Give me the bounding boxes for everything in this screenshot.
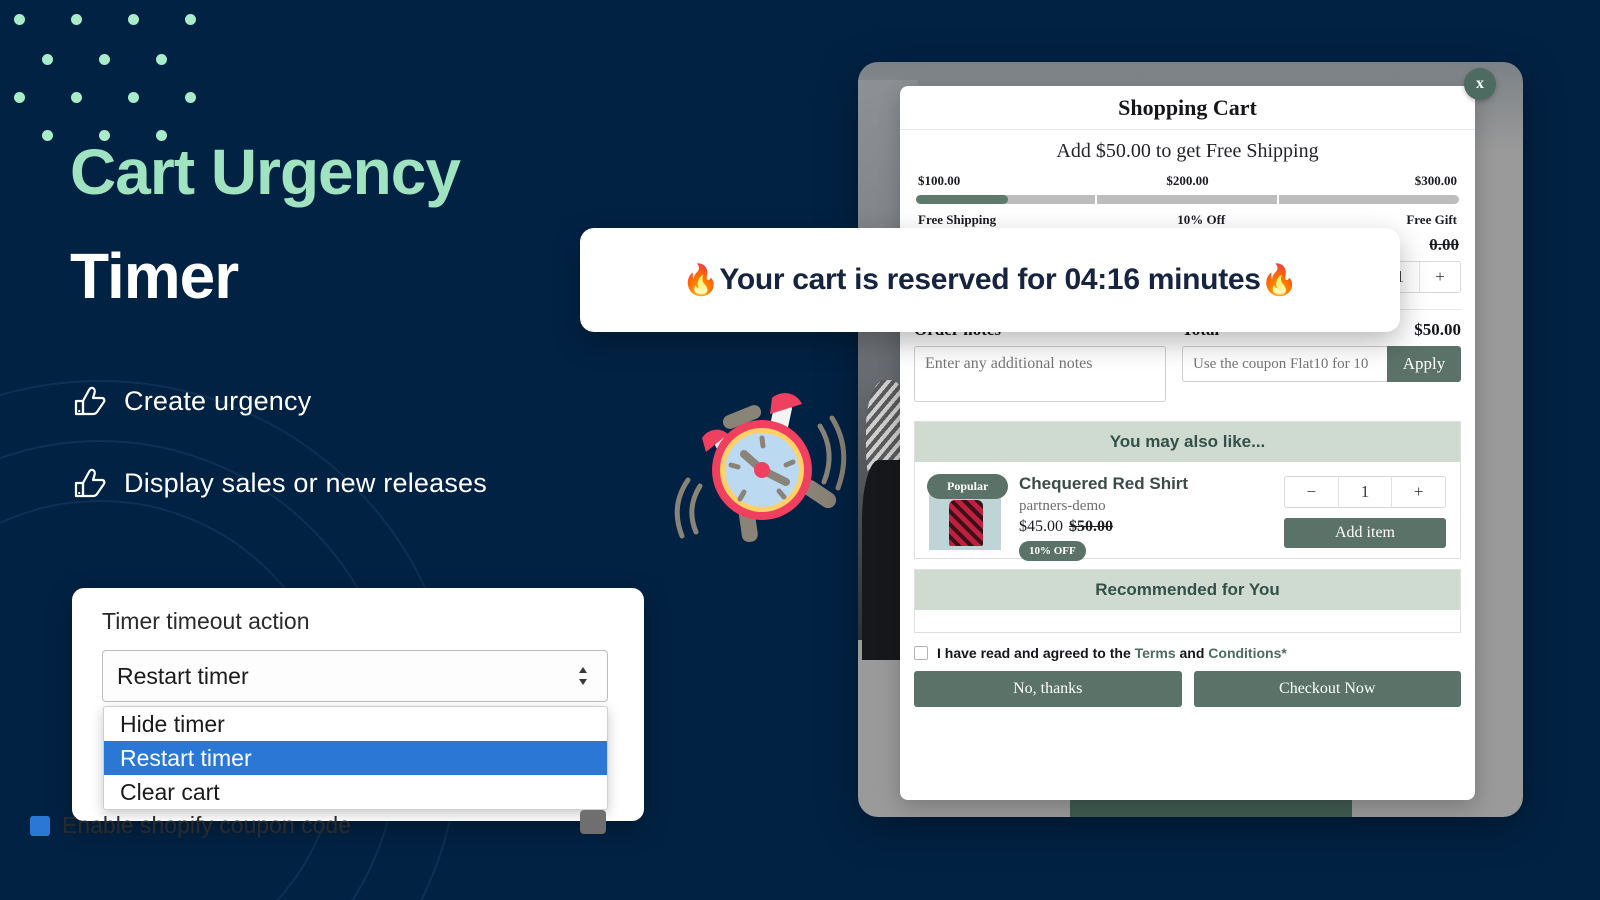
cart-timer-banner: 🔥 Your cart is reserved for 04:16 minutes… — [580, 228, 1400, 332]
shopping-cart-modal: Shopping Cart Add $50.00 to get Free Shi… — [900, 86, 1475, 800]
terms-text-before: I have read and agreed to the — [937, 645, 1135, 661]
tier-label-1: Free Shipping — [918, 212, 997, 227]
close-icon[interactable]: x — [1464, 68, 1496, 100]
terms-checkbox[interactable] — [914, 646, 928, 660]
timer-timeout-action-dropdown[interactable]: Hide timer Restart timer Clear cart — [103, 706, 608, 810]
fire-icon: 🔥 — [1260, 263, 1298, 297]
hero-title-line-1: Cart Urgency — [70, 136, 461, 208]
fire-icon: 🔥 — [682, 263, 720, 297]
dropdown-option-hide-timer[interactable]: Hide timer — [104, 707, 607, 741]
popular-badge: Popular — [927, 474, 1009, 499]
cart-timer-text: 🔥 Your cart is reserved for 04:16 minutes… — [682, 263, 1298, 298]
terms-link[interactable]: Terms — [1135, 645, 1176, 661]
dropdown-option-clear-cart[interactable]: Clear cart — [104, 775, 607, 809]
chevron-updown-icon — [577, 665, 589, 687]
line-item-compare-price: 0.00 — [1429, 235, 1459, 254]
select-value: Restart timer — [117, 662, 249, 689]
settings-card: Timer timeout action Restart timer Hide … — [72, 588, 644, 821]
progress-bar-fill — [916, 195, 1009, 204]
upsell-discount-badge: 10% OFF — [1019, 541, 1086, 561]
upsell-quantity-value[interactable]: 1 — [1337, 477, 1393, 507]
bullet-item: Display sales or new releases — [72, 467, 487, 499]
hero-bullet-list: Create urgency Display sales or new rele… — [72, 385, 487, 549]
alarm-clock-illustration — [660, 370, 860, 550]
recommended-heading: Recommended for You — [915, 570, 1460, 610]
upsell-actions: − 1 + Add item — [1284, 476, 1446, 548]
bullet-label: Display sales or new releases — [124, 467, 487, 498]
cart-title: Shopping Cart — [900, 86, 1475, 130]
thumbs-up-icon — [72, 385, 106, 417]
enable-shopify-coupon-row[interactable]: Enable shopify coupon code — [30, 812, 590, 839]
upsell-price: $45.00 — [1019, 518, 1063, 535]
thumbs-up-icon — [72, 467, 106, 499]
cart-actions: No, thanks Checkout Now — [914, 671, 1461, 707]
tier-label-3: Free Gift — [1406, 212, 1457, 227]
order-notes-input[interactable] — [914, 346, 1166, 402]
tier-amount-1: $100.00 — [918, 173, 961, 188]
upsell-quantity-increment-button[interactable]: + — [1392, 477, 1445, 507]
tier-amount-3: $300.00 — [1414, 173, 1457, 188]
timer-timeout-action-select[interactable]: Restart timer — [102, 650, 608, 702]
progress-bar-track — [916, 193, 1459, 206]
terms-text-mid: and — [1175, 645, 1209, 661]
quantity-increment-button[interactable]: + — [1420, 262, 1460, 292]
free-shipping-message: Add $50.00 to get Free Shipping — [1056, 140, 1319, 162]
apply-coupon-button[interactable]: Apply — [1387, 346, 1461, 382]
upsell-product-thumbnail[interactable] — [929, 492, 1001, 550]
order-notes-column: Order notes — [914, 320, 1166, 407]
coupon-row: Apply — [1182, 346, 1461, 382]
no-thanks-button[interactable]: No, thanks — [914, 671, 1182, 707]
upsell-product-vendor: partners-demo — [1019, 498, 1106, 514]
upsell-product-row: Popular Chequered Red Shirt partners-dem… — [915, 462, 1460, 561]
poster-canvas: Cart Urgency Timer Create urgency Displa… — [0, 0, 1600, 900]
upsell-product-name: Chequered Red Shirt — [1019, 474, 1189, 493]
upsell-product-info: Chequered Red Shirt partners-demo $45.00… — [1019, 474, 1188, 561]
upsell-price-row: $45.00 $50.00 — [1019, 518, 1188, 536]
checkout-now-button[interactable]: Checkout Now — [1193, 671, 1461, 707]
enable-shopify-coupon-label: Enable shopify coupon code — [62, 812, 351, 838]
upsell-compare-price: $50.00 — [1069, 518, 1113, 535]
terms-agreement-row[interactable]: I have read and agreed to the Terms and … — [914, 645, 1461, 661]
checkbox-checked-icon[interactable] — [30, 815, 50, 836]
row-action-icon[interactable] — [580, 810, 606, 834]
rewards-progress: $100.00 $200.00 $300.00 Free Shipping 10… — [916, 173, 1459, 227]
bullet-item: Create urgency — [72, 385, 487, 417]
total-column: Total $50.00 Apply — [1182, 320, 1461, 407]
total-value: $50.00 — [1414, 320, 1461, 339]
tier-amount-labels: $100.00 $200.00 $300.00 — [916, 173, 1459, 189]
upsell-heading: You may also like... — [915, 422, 1460, 462]
recommended-section: Recommended for You — [914, 569, 1461, 633]
tier-reward-labels: Free Shipping 10% Off Free Gift — [916, 212, 1459, 228]
tier-label-2: 10% Off — [1177, 212, 1226, 227]
terms-text: I have read and agreed to the Terms and … — [937, 645, 1287, 661]
dropdown-option-restart-timer[interactable]: Restart timer — [104, 741, 607, 775]
tier-amount-2: $200.00 — [1166, 173, 1209, 188]
bullet-label: Create urgency — [124, 385, 312, 416]
upsell-section: You may also like... Popular Chequered R… — [914, 421, 1461, 561]
coupon-input[interactable] — [1182, 346, 1387, 382]
timer-timeout-action-label: Timer timeout action — [102, 608, 310, 634]
conditions-link[interactable]: Conditions* — [1208, 645, 1287, 661]
recommended-body — [915, 610, 1460, 632]
upsell-quantity-stepper[interactable]: − 1 + — [1284, 476, 1446, 508]
timer-message: Your cart is reserved for 04:16 minutes — [719, 263, 1261, 296]
add-item-button[interactable]: Add item — [1284, 518, 1446, 548]
upsell-quantity-decrement-button[interactable]: − — [1285, 477, 1338, 507]
